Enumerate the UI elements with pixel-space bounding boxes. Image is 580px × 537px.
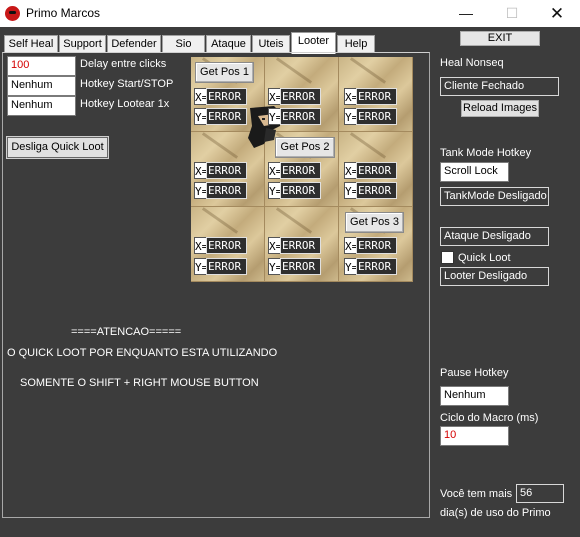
- looter-status: Looter Desligado: [440, 267, 549, 286]
- days-suffix: dia(s) de uso do Primo: [440, 507, 551, 519]
- coord-x: X=ERROR: [194, 88, 247, 105]
- coord-x-value: ERROR: [356, 237, 397, 254]
- delay-label: Delay entre clicks: [80, 58, 167, 70]
- coord-x-value: ERROR: [206, 88, 247, 105]
- tab-self-heal[interactable]: Self Heal: [4, 35, 58, 53]
- days-prefix: Você tem mais: [440, 488, 513, 500]
- coord-y-key: Y=: [194, 108, 208, 125]
- coord-y-key: Y=: [194, 258, 208, 275]
- attention-line-2: SOMENTE O SHIFT + RIGHT MOUSE BUTTON: [20, 377, 259, 389]
- coord-y-key: Y=: [268, 182, 282, 199]
- hotkey-loot-label: Hotkey Lootear 1x: [80, 98, 170, 110]
- client-status: Cliente Fechado: [440, 77, 559, 96]
- coord-y-value: ERROR: [356, 108, 397, 125]
- hotkey-loot-input[interactable]: Nenhum: [7, 96, 76, 116]
- close-icon[interactable]: ✕: [534, 0, 580, 27]
- pause-hotkey-input[interactable]: Nenhum: [440, 386, 509, 406]
- coord-x-key: X=: [344, 88, 358, 105]
- window-title: Primo Marcos: [26, 6, 101, 20]
- coord-x-key: X=: [344, 162, 358, 179]
- attention-title: ====ATENCAO=====: [71, 326, 182, 338]
- hotkey-start-label: Hotkey Start/STOP: [80, 78, 174, 90]
- pause-hotkey-label: Pause Hotkey: [440, 367, 509, 379]
- quick-loot-toggle-button[interactable]: Desliga Quick Loot: [6, 136, 109, 159]
- coord-x-value: ERROR: [356, 88, 397, 105]
- tab-help[interactable]: Help: [337, 35, 375, 53]
- coord-x-value: ERROR: [280, 88, 321, 105]
- coord-x: X=ERROR: [268, 162, 321, 179]
- coord-y-value: ERROR: [356, 182, 397, 199]
- coord-y-key: Y=: [268, 108, 282, 125]
- tab-support[interactable]: Support: [59, 35, 106, 53]
- heal-nonseq-label: Heal Nonseq: [440, 57, 504, 69]
- coord-y: Y=ERROR: [344, 108, 397, 125]
- coord-y-value: ERROR: [206, 258, 247, 275]
- coord-y: Y=ERROR: [268, 108, 321, 125]
- coord-y: Y=ERROR: [268, 182, 321, 199]
- coord-y: Y=ERROR: [194, 108, 247, 125]
- coord-y-value: ERROR: [206, 108, 247, 125]
- ciclo-label: Ciclo do Macro (ms): [440, 412, 539, 424]
- coord-y-key: Y=: [344, 182, 358, 199]
- coord-x-key: X=: [268, 88, 282, 105]
- coord-x: X=ERROR: [194, 237, 247, 254]
- coord-y-value: ERROR: [280, 182, 321, 199]
- coord-y-value: ERROR: [356, 258, 397, 275]
- delay-input[interactable]: 100: [7, 56, 76, 76]
- get-pos-1-button[interactable]: Get Pos 1: [195, 62, 254, 83]
- tank-mode-hotkey-input[interactable]: Scroll Lock: [440, 162, 509, 182]
- coord-y-key: Y=: [194, 182, 208, 199]
- tab-looter[interactable]: Looter: [291, 32, 336, 54]
- coord-y-key: Y=: [268, 258, 282, 275]
- coord-x: X=ERROR: [268, 88, 321, 105]
- coord-y: Y=ERROR: [268, 258, 321, 275]
- maximize-icon[interactable]: ☐: [489, 0, 535, 27]
- coord-x: X=ERROR: [268, 237, 321, 254]
- coord-x: X=ERROR: [344, 162, 397, 179]
- title-bar: Primo Marcos — ☐ ✕: [0, 0, 580, 27]
- coord-y-value: ERROR: [206, 182, 247, 199]
- reload-images-button[interactable]: Reload Images: [461, 100, 539, 117]
- quick-loot-checkbox[interactable]: [441, 251, 454, 264]
- attention-line-1: O QUICK LOOT POR ENQUANTO ESTA UTILIZAND…: [7, 347, 278, 359]
- coord-y-key: Y=: [344, 108, 358, 125]
- app-skull-icon: [5, 6, 20, 21]
- coord-x-value: ERROR: [206, 162, 247, 179]
- tab-sio[interactable]: Sio: [162, 35, 205, 53]
- minimize-icon[interactable]: —: [443, 0, 489, 27]
- ataque-status: Ataque Desligado: [440, 227, 549, 246]
- coord-x: X=ERROR: [344, 237, 397, 254]
- coord-x-key: X=: [194, 88, 208, 105]
- coord-y: Y=ERROR: [194, 258, 247, 275]
- coord-y: Y=ERROR: [344, 182, 397, 199]
- coord-x-value: ERROR: [280, 237, 321, 254]
- tab-defender[interactable]: Defender: [107, 35, 161, 53]
- tab-ataque[interactable]: Ataque: [206, 35, 251, 53]
- hotkey-start-input[interactable]: Nenhum: [7, 76, 76, 96]
- get-pos-3-button[interactable]: Get Pos 3: [345, 212, 404, 233]
- coord-x: X=ERROR: [194, 162, 247, 179]
- get-pos-2-button[interactable]: Get Pos 2: [275, 137, 335, 158]
- quick-loot-checkbox-label: Quick Loot: [458, 252, 511, 264]
- coord-x-key: X=: [268, 237, 282, 254]
- coord-x-key: X=: [268, 162, 282, 179]
- coord-x-value: ERROR: [280, 162, 321, 179]
- coord-x-key: X=: [194, 162, 208, 179]
- days-remaining: 56: [516, 484, 564, 503]
- coord-y: Y=ERROR: [194, 182, 247, 199]
- coord-y: Y=ERROR: [344, 258, 397, 275]
- coord-y-key: Y=: [344, 258, 358, 275]
- coord-x-value: ERROR: [356, 162, 397, 179]
- ciclo-input[interactable]: 10: [440, 426, 509, 446]
- coord-x-key: X=: [194, 237, 208, 254]
- coord-x: X=ERROR: [344, 88, 397, 105]
- tab-uteis[interactable]: Uteis: [252, 35, 290, 53]
- exit-button[interactable]: EXIT: [460, 31, 540, 46]
- coord-y-value: ERROR: [280, 108, 321, 125]
- coord-y-value: ERROR: [280, 258, 321, 275]
- tank-mode-hotkey-label: Tank Mode Hotkey: [440, 147, 532, 159]
- coord-x-key: X=: [344, 237, 358, 254]
- tank-mode-status: TankMode Desligado: [440, 187, 549, 206]
- coord-x-value: ERROR: [206, 237, 247, 254]
